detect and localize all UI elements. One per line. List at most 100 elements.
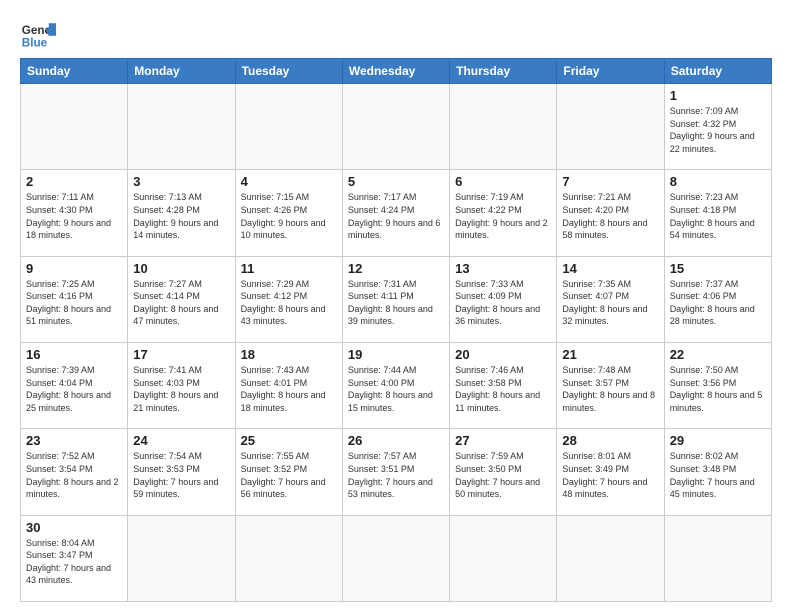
day-info: Sunrise: 7:11 AM Sunset: 4:30 PM Dayligh… [26,191,122,241]
svg-text:Blue: Blue [22,37,48,50]
calendar-cell: 2 Sunrise: 7:11 AM Sunset: 4:30 PM Daylig… [21,170,128,256]
day-number: 15 [670,261,766,276]
day-number: 9 [26,261,122,276]
week-row-2: 2 Sunrise: 7:11 AM Sunset: 4:30 PM Daylig… [21,170,772,256]
day-info: Sunrise: 7:50 AM Sunset: 3:56 PM Dayligh… [670,364,766,414]
calendar-cell: 27 Sunrise: 7:59 AM Sunset: 3:50 PM Dayli… [450,429,557,515]
calendar-cell: 1Sunrise: 7:09 AM Sunset: 4:32 PM Daylig… [664,84,771,170]
calendar-cell: 17Sunrise: 7:41 AM Sunset: 4:03 PM Dayli… [128,342,235,428]
day-number: 11 [241,261,337,276]
calendar-cell [557,515,664,601]
weekday-header-saturday: Saturday [664,59,771,84]
calendar-cell: 5 Sunrise: 7:17 AM Sunset: 4:24 PM Daylig… [342,170,449,256]
day-info: Sunrise: 7:57 AM Sunset: 3:51 PM Dayligh… [348,450,444,500]
calendar-cell: 29 Sunrise: 8:02 AM Sunset: 3:48 PM Dayli… [664,429,771,515]
calendar-cell: 30 Sunrise: 8:04 AM Sunset: 3:47 PM Dayli… [21,515,128,601]
calendar-cell: 3Sunrise: 7:13 AM Sunset: 4:28 PM Daylig… [128,170,235,256]
calendar-cell: 12 Sunrise: 7:31 AM Sunset: 4:11 PM Dayli… [342,256,449,342]
calendar-cell: 19 Sunrise: 7:44 AM Sunset: 4:00 PM Dayli… [342,342,449,428]
calendar-cell: 4 Sunrise: 7:15 AM Sunset: 4:26 PM Daylig… [235,170,342,256]
day-number: 21 [562,347,658,362]
day-number: 28 [562,433,658,448]
calendar-cell: 13 Sunrise: 7:33 AM Sunset: 4:09 PM Dayli… [450,256,557,342]
day-info: Sunrise: 7:17 AM Sunset: 4:24 PM Dayligh… [348,191,444,241]
week-row-6: 30 Sunrise: 8:04 AM Sunset: 3:47 PM Dayli… [21,515,772,601]
calendar-cell: 21Sunrise: 7:48 AM Sunset: 3:57 PM Dayli… [557,342,664,428]
calendar-cell [128,515,235,601]
calendar-cell: 26 Sunrise: 7:57 AM Sunset: 3:51 PM Dayli… [342,429,449,515]
week-row-3: 9Sunrise: 7:25 AM Sunset: 4:16 PM Daylig… [21,256,772,342]
day-number: 25 [241,433,337,448]
day-number: 23 [26,433,122,448]
calendar-cell: 16Sunrise: 7:39 AM Sunset: 4:04 PM Dayli… [21,342,128,428]
day-number: 30 [26,520,122,535]
day-info: Sunrise: 7:39 AM Sunset: 4:04 PM Dayligh… [26,364,122,414]
weekday-header-wednesday: Wednesday [342,59,449,84]
logo-icon: General Blue [20,16,56,52]
day-number: 20 [455,347,551,362]
weekday-header-tuesday: Tuesday [235,59,342,84]
page: General Blue SundayMondayTuesdayWednesda… [0,0,792,612]
calendar-cell: 15 Sunrise: 7:37 AM Sunset: 4:06 PM Dayli… [664,256,771,342]
day-number: 2 [26,174,122,189]
calendar-cell [235,515,342,601]
calendar-cell: 14Sunrise: 7:35 AM Sunset: 4:07 PM Dayli… [557,256,664,342]
day-number: 18 [241,347,337,362]
calendar-cell: 22 Sunrise: 7:50 AM Sunset: 3:56 PM Dayli… [664,342,771,428]
calendar-cell: 11 Sunrise: 7:29 AM Sunset: 4:12 PM Dayli… [235,256,342,342]
calendar-cell: 25 Sunrise: 7:55 AM Sunset: 3:52 PM Dayli… [235,429,342,515]
calendar-cell: 7 Sunrise: 7:21 AM Sunset: 4:20 PM Daylig… [557,170,664,256]
calendar-cell: 23 Sunrise: 7:52 AM Sunset: 3:54 PM Dayli… [21,429,128,515]
day-number: 27 [455,433,551,448]
day-number: 12 [348,261,444,276]
day-number: 22 [670,347,766,362]
day-info: Sunrise: 7:29 AM Sunset: 4:12 PM Dayligh… [241,278,337,328]
day-number: 7 [562,174,658,189]
day-info: Sunrise: 7:43 AM Sunset: 4:01 PM Dayligh… [241,364,337,414]
day-info: Sunrise: 7:31 AM Sunset: 4:11 PM Dayligh… [348,278,444,328]
week-row-1: 1Sunrise: 7:09 AM Sunset: 4:32 PM Daylig… [21,84,772,170]
day-info: Sunrise: 8:04 AM Sunset: 3:47 PM Dayligh… [26,537,122,587]
day-info: Sunrise: 7:46 AM Sunset: 3:58 PM Dayligh… [455,364,551,414]
day-info: Sunrise: 8:02 AM Sunset: 3:48 PM Dayligh… [670,450,766,500]
day-number: 17 [133,347,229,362]
calendar-cell: 9Sunrise: 7:25 AM Sunset: 4:16 PM Daylig… [21,256,128,342]
day-number: 1 [670,88,766,103]
day-info: Sunrise: 7:15 AM Sunset: 4:26 PM Dayligh… [241,191,337,241]
weekday-header-friday: Friday [557,59,664,84]
calendar-cell: 10Sunrise: 7:27 AM Sunset: 4:14 PM Dayli… [128,256,235,342]
day-info: Sunrise: 7:13 AM Sunset: 4:28 PM Dayligh… [133,191,229,241]
day-number: 4 [241,174,337,189]
day-info: Sunrise: 7:55 AM Sunset: 3:52 PM Dayligh… [241,450,337,500]
day-number: 13 [455,261,551,276]
calendar-cell [450,515,557,601]
day-number: 10 [133,261,229,276]
logo: General Blue [20,16,60,52]
calendar-cell [342,515,449,601]
day-number: 19 [348,347,444,362]
calendar-cell [450,84,557,170]
calendar-cell [342,84,449,170]
day-info: Sunrise: 7:23 AM Sunset: 4:18 PM Dayligh… [670,191,766,241]
week-row-4: 16Sunrise: 7:39 AM Sunset: 4:04 PM Dayli… [21,342,772,428]
day-number: 8 [670,174,766,189]
day-number: 26 [348,433,444,448]
calendar-cell: 6Sunrise: 7:19 AM Sunset: 4:22 PM Daylig… [450,170,557,256]
day-info: Sunrise: 7:21 AM Sunset: 4:20 PM Dayligh… [562,191,658,241]
day-info: Sunrise: 7:52 AM Sunset: 3:54 PM Dayligh… [26,450,122,500]
day-number: 5 [348,174,444,189]
day-number: 24 [133,433,229,448]
calendar-cell: 20 Sunrise: 7:46 AM Sunset: 3:58 PM Dayli… [450,342,557,428]
day-number: 29 [670,433,766,448]
day-info: Sunrise: 7:35 AM Sunset: 4:07 PM Dayligh… [562,278,658,328]
day-info: Sunrise: 7:44 AM Sunset: 4:00 PM Dayligh… [348,364,444,414]
calendar-cell [235,84,342,170]
calendar-cell: 28Sunrise: 8:01 AM Sunset: 3:49 PM Dayli… [557,429,664,515]
calendar-cell [664,515,771,601]
day-info: Sunrise: 7:59 AM Sunset: 3:50 PM Dayligh… [455,450,551,500]
weekday-header-monday: Monday [128,59,235,84]
day-info: Sunrise: 7:37 AM Sunset: 4:06 PM Dayligh… [670,278,766,328]
header: General Blue [20,16,772,52]
day-info: Sunrise: 7:33 AM Sunset: 4:09 PM Dayligh… [455,278,551,328]
calendar-cell [21,84,128,170]
